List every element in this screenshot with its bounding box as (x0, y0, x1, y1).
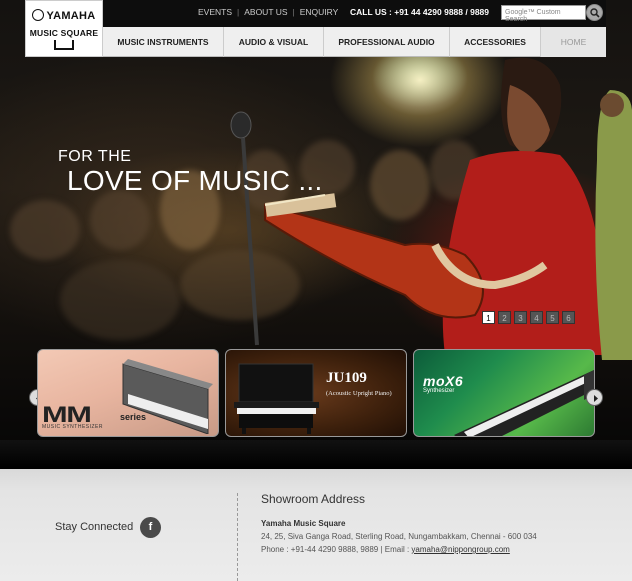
carousel-next-button[interactable] (586, 389, 603, 406)
crowd-blob (60, 260, 180, 340)
stay-connected-label: Stay Connected (55, 521, 134, 533)
yamaha-logo[interactable]: YAMAHA MUSIC SQUARE (25, 0, 103, 57)
logo-brand-text: YAMAHA (46, 10, 96, 22)
email-link[interactable]: yamaha@nippongroup.com (411, 545, 509, 554)
search-button[interactable] (586, 4, 603, 21)
showroom-address: 24, 25, Siva Ganga Road, Sterling Road, … (261, 532, 537, 541)
pager-6[interactable]: 6 (562, 311, 575, 324)
mm-subtitle: MUSIC SYNTHESIZER (42, 424, 104, 430)
guitarist-graphic (264, 57, 605, 355)
footer: Stay Connected f Showroom Address Yamaha… (0, 469, 632, 581)
product-card-mox6[interactable]: moX6 Synthesizer (413, 349, 595, 437)
top-link-about[interactable]: ABOUT US (244, 7, 287, 17)
nav-professional-audio[interactable]: PROFESSIONAL AUDIO (324, 27, 450, 57)
search-icon (590, 8, 600, 18)
pager-2[interactable]: 2 (498, 311, 511, 324)
showroom-name: Yamaha Music Square (261, 519, 346, 528)
mm-keyboard-graphic (122, 359, 213, 434)
crowd-blob (90, 190, 150, 250)
logo-box-icon (54, 40, 74, 50)
showroom-heading: Showroom Address (261, 492, 366, 506)
footer-divider (237, 493, 238, 581)
top-link-enquiry[interactable]: ENQUIRY (300, 7, 339, 17)
singer-graphic (595, 90, 632, 360)
hero-line-2: LOVE OF MUSIC ... (67, 165, 323, 196)
top-link-events[interactable]: EVENTS (198, 7, 232, 17)
separator: | (292, 7, 295, 17)
chevron-right-icon (594, 395, 598, 402)
hero-line-1: FOR THE (58, 148, 132, 165)
phone-text: Phone : +91-44 4290 9888, 9889 | Email : (261, 545, 412, 554)
page: YAMAHA MUSIC SQUARE EVENTS | ABOUT US | ENQU… (0, 0, 632, 581)
nav-music-instruments[interactable]: MUSIC INSTRUMENTS (103, 27, 224, 57)
main-nav: MUSIC INSTRUMENTS AUDIO & VISUAL PROFESS… (103, 27, 606, 57)
separator: | (237, 7, 240, 17)
logo-sub: MUSIC SQUARE (29, 28, 99, 38)
pager-4[interactable]: 4 (530, 311, 543, 324)
nav-home[interactable]: HOME (541, 27, 606, 57)
slide-pager: 1 2 3 4 5 6 (482, 311, 575, 324)
nav-audio-visual[interactable]: AUDIO & VISUAL (224, 27, 324, 57)
top-links: EVENTS | ABOUT US | ENQUIRY (198, 7, 338, 17)
product-card-ju109[interactable]: JU109 (Acoustic Upright Piano) (225, 349, 407, 437)
facebook-icon[interactable]: f (140, 517, 161, 538)
ju109-subtitle: (Acoustic Upright Piano) (326, 390, 392, 397)
pager-3[interactable]: 3 (514, 311, 527, 324)
tuning-fork-icon (32, 9, 45, 21)
logo-brand: YAMAHA (26, 9, 102, 22)
pager-5[interactable]: 5 (546, 311, 559, 324)
showroom-contact: Phone : +91-44 4290 9888, 9889 | Email :… (261, 545, 510, 554)
call-us-text: CALL US : +91 44 4290 9888 / 9889 (350, 7, 490, 17)
mox-keyboard-graphic (454, 370, 594, 436)
upright-piano-graphic (234, 363, 319, 434)
crowd-blob (10, 200, 80, 260)
mox6-subtitle: Synthesizer (423, 388, 455, 394)
search-input[interactable]: Google™ Custom Search (501, 5, 586, 23)
ju109-title: JU109 (326, 370, 367, 386)
product-card-mm[interactable]: MM series MUSIC SYNTHESIZER (37, 349, 219, 437)
pager-1[interactable]: 1 (482, 311, 495, 324)
stage-floor (0, 440, 632, 469)
nav-accessories[interactable]: ACCESSORIES (450, 27, 541, 57)
mox6-title: moX6 (423, 373, 464, 389)
mm-series: series (120, 412, 147, 422)
